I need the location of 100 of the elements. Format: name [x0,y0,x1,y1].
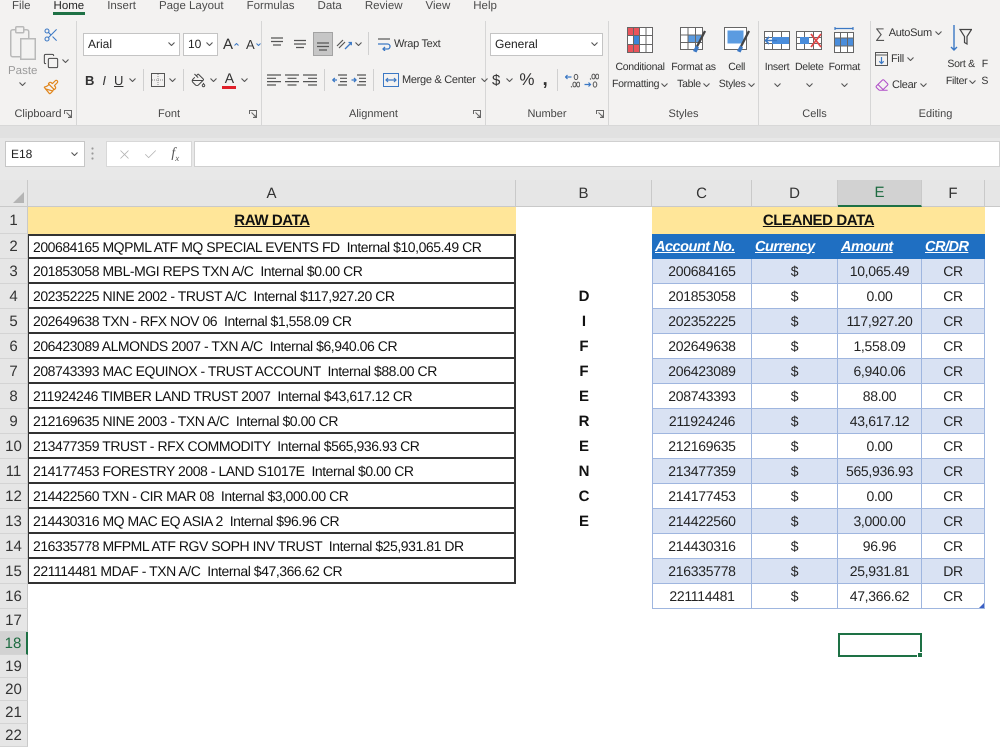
caret-icon[interactable] [210,78,218,82]
align-center-icon[interactable] [285,74,299,86]
copy-icon[interactable] [43,53,60,69]
dialog-launcher-icon[interactable] [473,110,481,118]
autosum-button[interactable]: ∑ AutoSum [875,22,932,44]
styles-button[interactable]: Conditional Formatting [611,27,670,93]
caret-icon[interactable] [62,59,70,63]
row-header[interactable]: 14 [0,534,28,559]
scissors-icon[interactable] [43,27,60,43]
insert-function-button[interactable]: f$_{x}$ [169,146,182,162]
table-cell: $ [752,259,838,284]
wrap-text-button[interactable]: Wrap Text [375,32,442,54]
find-select-button[interactable]: F S [980,23,990,90]
table-cell: $ [752,534,838,559]
column-header[interactable]: E [838,180,922,207]
row-header[interactable]: 18 [0,632,28,655]
row-header[interactable]: 6 [0,334,28,359]
table-cell: $ [752,484,838,509]
dialog-launcher-icon[interactable] [249,110,257,118]
column-header[interactable]: B [516,180,652,207]
caret-icon[interactable] [355,42,362,46]
vertical-align-button[interactable] [313,32,333,56]
row-header[interactable]: 22 [0,724,28,747]
sort-filter-button[interactable]: Sort & Filter [944,23,978,90]
table-cell: 200684165 MQPML ATF MQ SPECIAL EVENTS FD Internal $10,065.49 CR [28,234,516,259]
row-header[interactable]: 19 [0,655,28,678]
ribbon-tab[interactable]: Insert [106,0,137,15]
caret-icon[interactable] [169,78,176,82]
borders-icon[interactable] [151,73,166,87]
row-header[interactable]: 7 [0,359,28,384]
indent-decrease-icon[interactable] [332,74,347,86]
row-header[interactable]: 5 [0,309,28,334]
grow-font-button[interactable]: A [221,33,242,55]
row-header[interactable]: 3 [0,259,28,284]
active-cell[interactable] [838,633,922,657]
ribbon-tab[interactable]: Formulas [246,0,296,15]
name-box[interactable]: E18 [5,141,85,167]
dialog-launcher-icon[interactable] [596,110,604,118]
row-header[interactable]: 12 [0,484,28,509]
align-right-icon[interactable] [303,74,317,86]
row-header[interactable]: 15 [0,559,28,584]
row-header[interactable]: 1 [0,207,28,234]
increase-decimal-icon[interactable] [564,72,580,88]
ribbon-tab[interactable]: View [424,0,452,15]
styles-button[interactable]: Cell Styles [718,27,756,93]
decrease-decimal-icon[interactable] [584,72,599,88]
ribbon-tab[interactable]: Review [364,0,404,15]
ribbon-tab[interactable]: Page Layout [158,0,225,15]
comma-style-button[interactable]: , [540,69,550,91]
number-format-select[interactable]: General [490,32,603,56]
row-header[interactable]: 13 [0,509,28,534]
row-header[interactable]: 8 [0,384,28,409]
row-header[interactable]: 20 [0,678,28,701]
caret-icon[interactable] [934,31,942,35]
column-header[interactable]: A [28,180,516,207]
clear-button[interactable]: Clear [875,74,927,96]
font-color-button[interactable]: A [221,69,238,91]
row-header[interactable]: 4 [0,284,28,309]
text-orientation-icon[interactable] [336,36,352,50]
caret-icon[interactable] [129,78,136,82]
column-header[interactable]: D [752,180,838,207]
align-left-icon[interactable] [267,74,281,86]
ribbon-tab[interactable]: Data [316,0,343,15]
row-header[interactable]: 17 [0,609,28,632]
currency-button[interactable]: $ [490,69,502,91]
merge-center-button[interactable]: Merge & Center [381,69,478,91]
fill-button[interactable]: Fill [875,48,914,70]
styles-button[interactable]: Format as Table [670,27,717,93]
caret-icon[interactable] [241,78,248,82]
grip-icon [91,147,94,160]
shrink-font-button[interactable]: A [244,33,263,55]
italic-button[interactable]: I [100,69,108,91]
row-header[interactable]: 2 [0,234,28,259]
fill-handle-icon[interactable] [917,652,923,658]
bold-button[interactable]: B [83,69,96,91]
column-header[interactable]: F [922,180,985,207]
percent-button[interactable]: % [517,69,536,91]
underline-button[interactable]: U [112,69,126,91]
cells-button[interactable]: Format [828,27,862,93]
ribbon-tab[interactable]: Help [472,0,498,15]
row-header[interactable]: 21 [0,701,28,724]
cells-button[interactable]: Delete [794,27,825,93]
row-header[interactable]: 10 [0,434,28,459]
indent-increase-icon[interactable] [351,74,366,86]
font-size-select[interactable]: 10 [183,32,218,56]
row-header[interactable]: 11 [0,459,28,484]
row-header[interactable]: 16 [0,584,28,609]
row-header[interactable]: 9 [0,409,28,434]
cells-button[interactable]: Insert [763,27,791,93]
resize-handle-icon[interactable] [979,603,984,608]
column-header[interactable]: C [652,180,752,207]
font-name-select[interactable]: Arial [83,32,180,56]
dialog-launcher-icon[interactable] [64,110,72,118]
formula-input[interactable] [194,141,1000,167]
caret-icon[interactable] [506,78,514,82]
ribbon-tab[interactable]: File [11,0,32,15]
paint-bucket-icon[interactable] [191,72,206,88]
table-cell: 25,931.81 [838,559,922,584]
table-cell: 214430316 [652,534,752,559]
caret-icon[interactable] [481,78,488,82]
